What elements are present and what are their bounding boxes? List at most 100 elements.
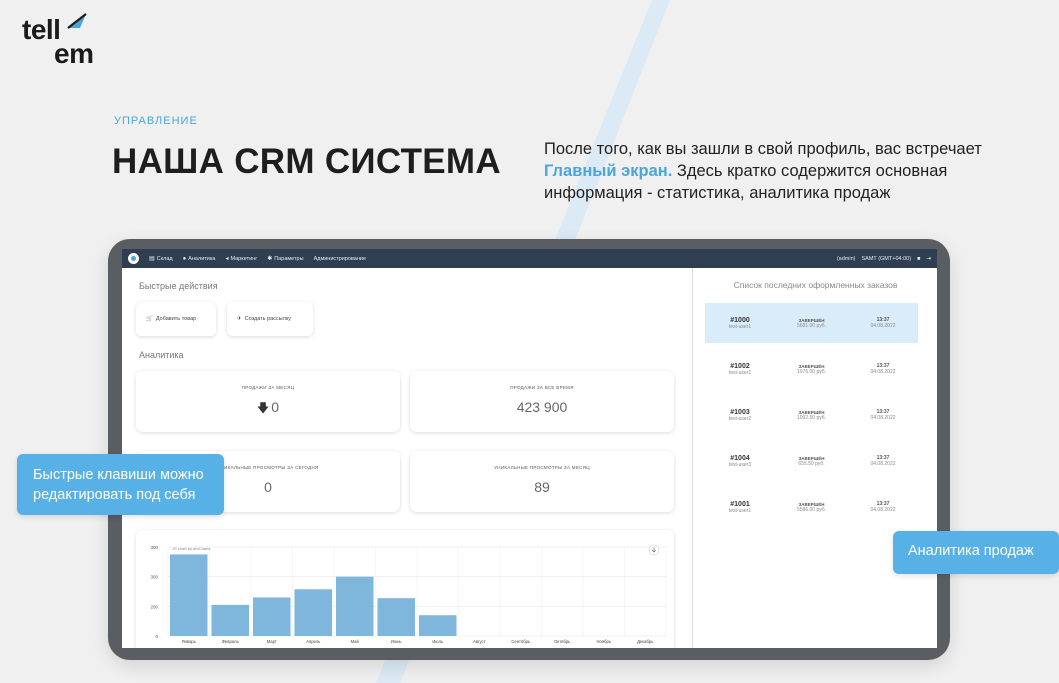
order-cell: 13:37 04.08.2022 [848, 501, 918, 513]
order-cell: #1000 test-user1 [705, 317, 775, 330]
order-row[interactable]: #1002 test-user1 ЗАВЕРШЁН 1976.00 руб. 13:37… [705, 349, 918, 389]
y-tick-label: 200 [150, 604, 158, 609]
order-row[interactable]: #1000 test-user1 ЗАВЕРШЁН 5681.00 руб. 13:37… [705, 303, 918, 343]
intro-text: После того, как вы зашли в свой профиль,… [544, 138, 1044, 204]
stat-value: 89 [534, 479, 550, 495]
menu-item-label: Маркетинг [230, 255, 258, 262]
order-cell: 13:37 04.08.2022 [848, 455, 918, 467]
order-cell: #1003 test-user2 [705, 409, 775, 422]
order-amount: 5586.00 руб. [797, 506, 826, 513]
intro-accent: Главный экран. [544, 162, 673, 180]
order-number: #1000 [730, 316, 750, 324]
logout-icon[interactable]: ⇥ [926, 256, 931, 262]
stat-caption: ПРОДАЖИ ЗА МЕСЯЦ [241, 385, 295, 390]
app-logo-icon[interactable] [128, 253, 139, 264]
order-cell: ЗАВЕРШЁН 5681.00 руб. [775, 318, 848, 329]
order-number: #1003 [730, 408, 750, 416]
bar [336, 576, 374, 636]
order-number: #1004 [730, 454, 750, 462]
order-amount: 1976.00 руб. [797, 368, 826, 375]
create-mailing-button[interactable]: ✈ Создать рассылку [227, 302, 313, 336]
sales-bar-chart: 0 200 300 300 Январь Февраль Март Апрель Май Июнь… [150, 544, 667, 644]
stat-value: 🡇 0 [136, 399, 400, 420]
order-cell: 13:37 04.08.2022 [848, 317, 918, 329]
x-tick-label: Май [351, 639, 360, 644]
bar [377, 598, 415, 636]
stat-card-sales-month: ПРОДАЖИ ЗА МЕСЯЦ 🡇 0 [136, 371, 400, 432]
x-tick-label: Февраль [222, 639, 240, 644]
logo-text-em: em [54, 38, 94, 69]
order-number: #1001 [730, 500, 750, 508]
create-mailing-label: Создать рассылку [244, 316, 292, 322]
x-tick-label: Апрель [306, 639, 321, 644]
order-cell: ЗАВЕРШЁН 655.50 руб. [775, 456, 848, 467]
paper-plane-icon [67, 13, 87, 29]
user-name[interactable]: (admin) [837, 256, 856, 262]
order-date: 04.08.2022 [870, 323, 896, 329]
menu-item-warehouse[interactable]: ▤ Склад [149, 255, 173, 263]
order-row[interactable]: #1001 test-user1 ЗАВЕРШЁН 5586.00 руб. 13:37… [705, 487, 918, 527]
add-product-label: Добавить товар [155, 316, 197, 322]
bar [294, 589, 332, 636]
bar [419, 615, 457, 636]
quick-actions-heading: Быстрые действия [139, 281, 218, 291]
section-eyebrow: УПРАВЛЕНИЕ [114, 115, 198, 127]
arrow-down-icon: 🡇 [256, 401, 270, 415]
menu-item-settings[interactable]: ✱ Параметры [267, 255, 303, 263]
crm-screen: ▤ Склад ● Аналитика ◂ Маркетинг ✱ Параметры … [122, 249, 937, 648]
order-cell: ЗАВЕРШЁН 5586.00 руб. [775, 502, 848, 513]
flag-icon[interactable]: ■ [917, 256, 920, 262]
menu-item-admin[interactable]: Администрирование [314, 256, 366, 262]
x-tick-label: Март [267, 639, 277, 644]
recent-orders-title: Список последних оформленных заказов [733, 280, 898, 290]
order-cell: #1001 test-user1 [705, 501, 775, 514]
stat-card-sales-total: ПРОДАЖИ ЗА ВСЕ ВРЕМЯ 423 900 [410, 371, 674, 432]
order-amount: 1092.50 руб. [797, 414, 826, 421]
order-date: 04.08.2022 [870, 507, 896, 513]
order-cell: #1004 test-user3 [705, 455, 775, 468]
order-user: test-user1 [728, 369, 752, 376]
page-title: НАША CRM СИСТЕМА [112, 142, 501, 181]
order-amount: 5681.00 руб. [797, 322, 826, 329]
y-tick-label: 300 [150, 575, 158, 580]
send-icon: ✈ [237, 316, 242, 322]
menu-item-label: Аналитика [188, 255, 216, 262]
order-cell: 13:37 04.08.2022 [848, 409, 918, 421]
chart-icon: ● [182, 255, 187, 262]
order-date: 04.08.2022 [870, 461, 896, 467]
navbar-right: (admin) SAMT (GMT+04:00) ■ ⇥ [837, 256, 931, 262]
stat-value-text: 0 [271, 399, 280, 415]
order-date: 04.08.2022 [870, 369, 896, 375]
order-number: #1002 [730, 362, 750, 370]
order-user: test-user1 [728, 323, 752, 330]
order-row[interactable]: #1004 test-user3 ЗАВЕРШЁН 655.50 руб. 13:37 0… [705, 441, 918, 481]
menu-item-analytics[interactable]: ● Аналитика [183, 256, 216, 262]
x-tick-label: Июль [432, 639, 444, 644]
menu-item-marketing[interactable]: ◂ Маркетинг [225, 255, 258, 263]
tellem-logo: tell em [22, 12, 112, 69]
stat-value: 423 900 [516, 399, 568, 415]
gear-icon: ✱ [267, 256, 273, 262]
sales-chart-card: 0 200 300 300 Январь Февраль Март Апрель Май Июнь… [136, 530, 674, 648]
recent-orders-panel: Список последних оформленных заказов #10… [692, 268, 937, 648]
order-date: 04.08.2022 [870, 415, 896, 421]
order-cell: ЗАВЕРШЁН 1092.50 руб. [775, 410, 848, 421]
order-cell: 13:37 04.08.2022 [848, 363, 918, 375]
order-user: test-user3 [728, 461, 752, 468]
bar [253, 597, 291, 636]
menu-item-label: Склад [156, 255, 173, 262]
megaphone-icon: ◂ [225, 256, 229, 262]
bar [170, 554, 208, 636]
add-product-button[interactable]: 🛒 Добавить товар [136, 302, 216, 336]
order-row[interactable]: #1003 test-user2 ЗАВЕРШЁН 1092.50 руб. 13:37… [705, 395, 918, 435]
x-tick-label: Июнь [391, 639, 402, 644]
order-cell: ЗАВЕРШЁН 1976.00 руб. [775, 364, 848, 375]
menu-item-label: Администрирование [313, 255, 367, 262]
stat-caption: УНИКАЛЬНЫЕ ПРОСМОТРЫ ЗА МЕСЯЦ [494, 465, 590, 470]
chart-credit: JS chart by amCharts [172, 546, 210, 551]
x-tick-label: Декабрь [637, 639, 654, 644]
callout-hotkeys: Быстрые клавиши можно редактировать под … [17, 454, 224, 515]
callout-analytics: Аналитика продаж [893, 531, 1059, 574]
order-cell: #1002 test-user1 [705, 363, 775, 376]
order-user: test-user1 [728, 507, 752, 514]
